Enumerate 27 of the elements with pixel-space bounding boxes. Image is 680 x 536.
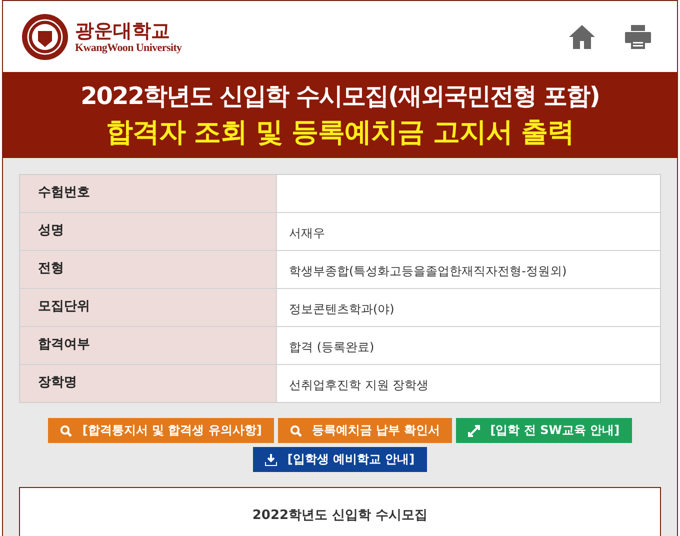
field-label: 합격여부 [20,327,277,364]
expand-icon [468,424,480,436]
university-name-english: KwangWoon University [75,42,182,54]
search-icon [60,424,72,436]
page-title: 2022학년도 신입학 수시모집(재외국민전형 포함) [80,81,600,112]
field-label: 수험번호 [20,175,277,212]
print-icon[interactable] [625,24,651,48]
notice-heading: 2022학년도 신입학 수시모집 [252,507,428,524]
field-label: 전형 [20,251,277,288]
home-icon[interactable] [569,24,595,49]
page-subtitle: 합격자 조회 및 등록예치금 고지서 출력 [106,116,574,150]
field-value: 선취업후진학 지원 장학생 [288,377,430,394]
link-button[interactable]: 등록예치금 납부 확인서 [278,418,452,443]
field-label: 장학명 [20,365,277,402]
download-icon [265,454,278,466]
link-button[interactable]: [합격통지서 및 합격생 유의사항] [48,418,274,443]
link-button[interactable]: [입학생 예비학교 안내] [253,447,427,472]
field-value: 합격 (등록완료) [288,339,376,356]
field-value: 정보콘텐츠학과(야) [288,301,396,318]
field-label: 모집단위 [20,289,277,326]
university-name: 광운대학교 [75,20,171,42]
field-value: 서재우 [288,225,326,242]
link-button[interactable]: [입학 전 SW교육 안내] [456,418,632,443]
seal-icon [21,12,69,60]
search-icon [290,424,302,436]
field-label: 성명 [20,213,277,250]
field-value: 학생부종합(특성화고등을졸업한재직자전형-정원외) [288,263,568,280]
